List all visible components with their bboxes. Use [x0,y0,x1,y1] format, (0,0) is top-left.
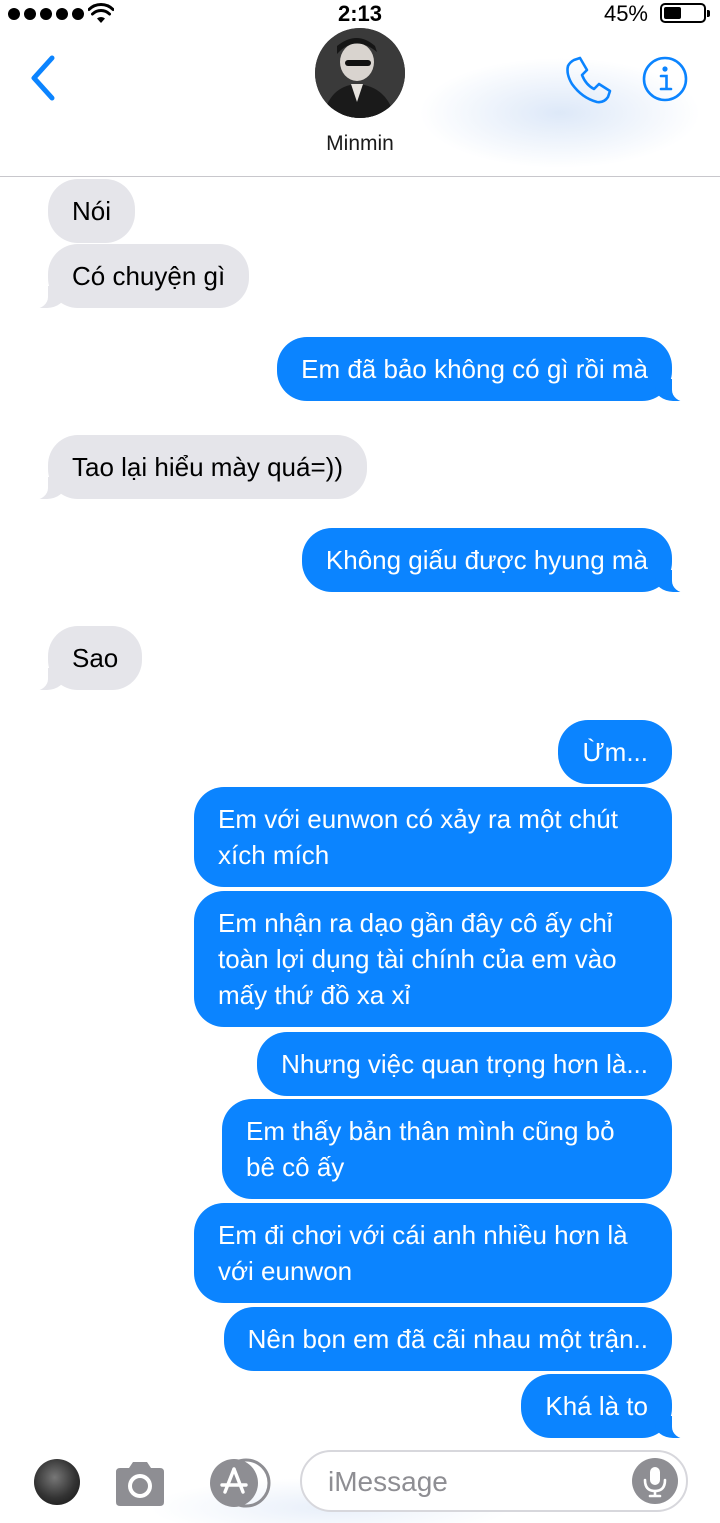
battery-level [664,7,681,19]
incoming-message[interactable]: Nói [48,179,136,243]
outgoing-message[interactable]: Nhưng việc quan trọng hơn là... [257,1032,672,1096]
phone-call-icon[interactable] [560,54,614,108]
microphone-icon [643,1467,667,1498]
contact-name[interactable]: Minmin [0,132,720,156]
status-bar: 2:13 45% [0,0,720,28]
outgoing-message[interactable]: Không giấu được hyung mà [301,528,699,593]
incoming-message[interactable]: Tao lại hiểu mày quá=)) [22,435,367,500]
outgoing-message[interactable]: Khá là to [521,1374,698,1439]
outgoing-message[interactable]: Em với eunwon có xảy ra một chút xích mí… [194,787,672,887]
avatar-photo-icon [315,28,405,118]
message-input[interactable] [328,1462,628,1502]
outgoing-message[interactable]: Em thấy bản thân mình cũng bỏ bê cô ấy [222,1099,672,1199]
outgoing-message[interactable]: Em đi chơi với cái anh nhiều hơn là với … [194,1203,672,1303]
photo-thumbnail[interactable] [34,1459,80,1505]
imessage-field[interactable] [300,1450,688,1512]
camera-icon[interactable] [112,1460,168,1508]
battery-percent: 45% [603,1,648,26]
incoming-message[interactable]: Có chuyện gì [21,244,250,309]
microphone-button[interactable] [632,1458,678,1504]
conversation-header: Minmin [0,28,720,177]
incoming-message[interactable]: Sao [21,626,143,691]
info-icon[interactable] [640,54,690,104]
back-chevron-icon[interactable] [24,52,64,104]
app-store-icon[interactable] [205,1458,271,1508]
compose-bar [0,1438,720,1523]
message-list[interactable]: Nói Có chuyện gì Em đã bảo không có gì r… [0,176,720,1439]
outgoing-message[interactable]: Ừm... [558,720,672,784]
outgoing-message[interactable]: Em đã bảo không có gì rồi mà [277,337,698,402]
outgoing-message[interactable]: Em nhận ra dạo gần đây cô ấy chỉ toàn lợ… [194,891,672,1027]
outgoing-message[interactable]: Nên bọn em đã cãi nhau một trận.. [223,1307,672,1371]
contact-avatar[interactable] [315,28,405,118]
battery-icon [660,3,710,23]
